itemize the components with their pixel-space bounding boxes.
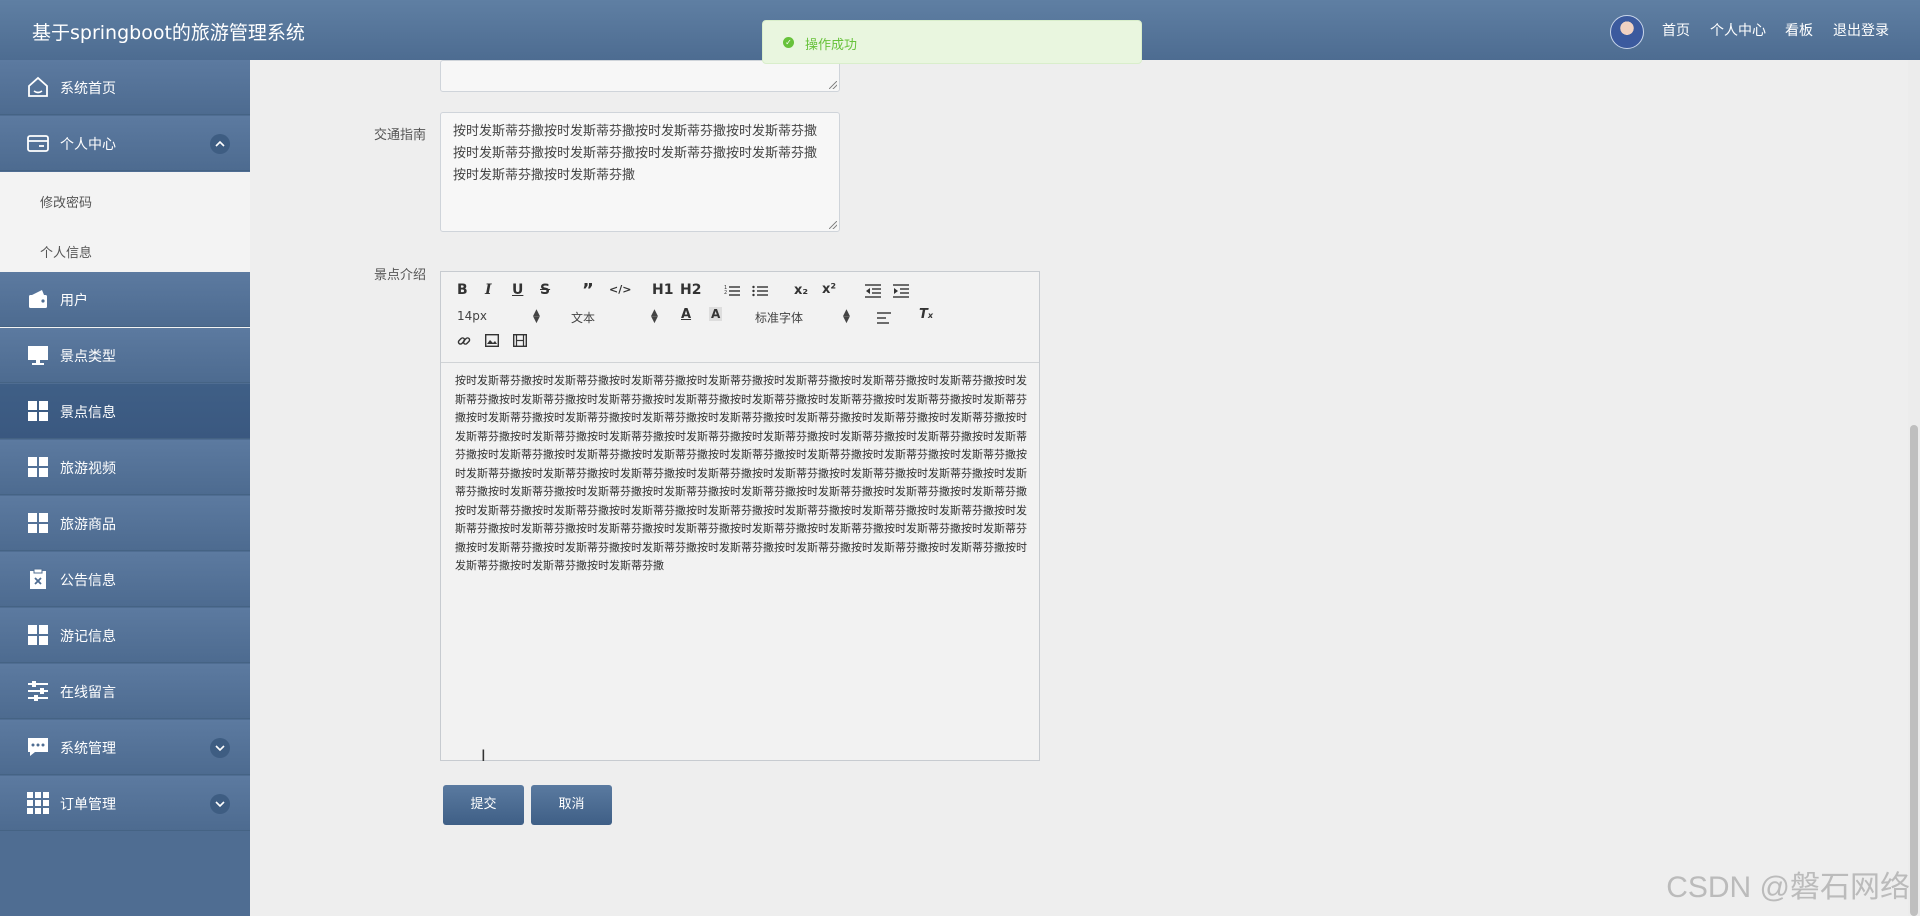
background-color-icon[interactable]: A <box>709 307 723 321</box>
sidebar-item-system-manage[interactable]: 系统管理 <box>0 720 250 775</box>
nav-home-link[interactable]: 首页 <box>1662 20 1690 40</box>
blockquote-icon[interactable]: ” <box>582 280 594 301</box>
page-scrollbar[interactable] <box>1908 60 1920 916</box>
toast-message: 操作成功 <box>805 38 858 53</box>
ordered-list-icon[interactable]: 12 <box>724 284 740 298</box>
sidebar-item-travel-goods[interactable]: 旅游商品 <box>0 496 250 551</box>
sidebar-item-scenic-info[interactable]: 景点信息 <box>0 384 250 439</box>
font-family-select[interactable]: 标准字体 ▲ ▼ <box>755 309 851 326</box>
underline-icon[interactable]: U <box>512 282 523 298</box>
rich-text-editor: B I U S ” </> H1 H2 12 x₂ x² 14px ▲ ▼ 文本 … <box>440 271 1040 761</box>
success-toast: ✓ 操作成功 <box>762 20 1142 64</box>
sidebar-item-label: 游记信息 <box>60 629 116 645</box>
sidebar: 系统首页 个人中心 修改密码 个人信息 用户 景点类型 景点信息 旅游视频 旅游… <box>0 60 250 916</box>
chevron-down-icon[interactable] <box>210 794 230 814</box>
home-icon <box>28 76 48 97</box>
nav-dashboard-link[interactable]: 看板 <box>1785 20 1813 40</box>
submit-button[interactable]: 提交 <box>443 785 524 825</box>
wallet-card-icon <box>27 135 49 152</box>
sidebar-item-label: 个人中心 <box>60 137 116 153</box>
link-icon[interactable] <box>457 334 471 348</box>
grid-icon <box>28 625 48 645</box>
grid-icon <box>28 457 48 477</box>
clipboard-x-icon <box>30 568 46 589</box>
submenu-change-password[interactable]: 修改密码 <box>40 192 92 211</box>
sidebar-item-label: 用户 <box>60 293 88 309</box>
block-type-value: 文本 <box>571 311 596 325</box>
monitor-icon <box>28 346 48 365</box>
sidebar-item-label: 旅游商品 <box>60 517 116 533</box>
bold-icon[interactable]: B <box>457 282 468 298</box>
editor-content[interactable]: 按时发斯蒂芬撒按时发斯蒂芬撒按时发斯蒂芬撒按时发斯蒂芬撒按时发斯蒂芬撒按时发斯蒂… <box>455 372 1029 576</box>
font-size-select[interactable]: 14px ▲ ▼ <box>457 308 541 325</box>
select-arrows-icon: ▲ ▼ <box>843 308 850 325</box>
indent-icon[interactable] <box>893 284 909 298</box>
submenu-personal-info[interactable]: 个人信息 <box>40 242 92 261</box>
heading-1-icon[interactable]: H1 <box>652 282 673 298</box>
editor-toolbar: B I U S ” </> H1 H2 12 x₂ x² 14px ▲ ▼ 文本 … <box>441 272 1039 363</box>
block-type-select[interactable]: 文本 ▲ ▼ <box>571 308 658 326</box>
traffic-guide-textarea[interactable]: 按时发斯蒂芬撒按时发斯蒂芬撒按时发斯蒂芬撒按时发斯蒂芬撒按时发斯蒂芬撒按时发斯蒂… <box>440 112 840 232</box>
sidebar-item-users[interactable]: 用户 <box>0 272 250 327</box>
cancel-button[interactable]: 取消 <box>531 785 612 825</box>
select-arrows-icon: ▲ ▼ <box>651 308 658 325</box>
code-block-icon[interactable]: </> <box>609 283 631 296</box>
chevron-down-icon[interactable] <box>210 738 230 758</box>
sidebar-item-personal-center[interactable]: 个人中心 <box>0 116 250 171</box>
sidebar-item-label: 旅游视频 <box>60 461 116 477</box>
resize-handle-icon[interactable] <box>829 221 837 229</box>
bullet-list-icon[interactable] <box>752 284 768 298</box>
sidebar-item-travel-video[interactable]: 旅游视频 <box>0 440 250 495</box>
font-family-value: 标准字体 <box>755 311 804 325</box>
select-arrows-icon: ▲ ▼ <box>533 308 540 325</box>
resize-handle-icon[interactable] <box>829 81 837 89</box>
chevron-up-icon[interactable] <box>210 134 230 154</box>
scenic-intro-label: 景点介绍 <box>374 268 427 283</box>
sidebar-item-label: 公告信息 <box>60 573 116 589</box>
sidebar-item-label: 在线留言 <box>60 685 116 701</box>
font-size-value: 14px <box>457 309 487 323</box>
grid-icon <box>28 513 48 533</box>
superscript-icon[interactable]: x² <box>822 282 836 297</box>
grid-icon <box>28 401 48 421</box>
strikethrough-icon[interactable]: S <box>540 282 550 298</box>
svg-text:2: 2 <box>724 290 727 296</box>
sidebar-item-label: 系统管理 <box>60 741 116 757</box>
nav-logout-link[interactable]: 退出登录 <box>1833 20 1889 40</box>
traffic-guide-text: 按时发斯蒂芬撒按时发斯蒂芬撒按时发斯蒂芬撒按时发斯蒂芬撒按时发斯蒂芬撒按时发斯蒂… <box>453 124 818 183</box>
sidebar-item-order-manage[interactable]: 订单管理 <box>0 776 250 831</box>
image-icon[interactable] <box>485 334 499 347</box>
sidebar-item-label: 系统首页 <box>60 81 116 97</box>
sidebar-item-label: 订单管理 <box>60 797 116 813</box>
heading-2-icon[interactable]: H2 <box>680 282 701 298</box>
video-icon[interactable] <box>513 334 527 347</box>
sidebar-item-home[interactable]: 系统首页 <box>0 60 250 115</box>
sliders-icon <box>28 681 48 701</box>
sidebar-item-online-message[interactable]: 在线留言 <box>0 664 250 719</box>
watermark: CSDN @磐石网络 <box>1666 871 1910 904</box>
sidebar-item-label: 景点类型 <box>60 349 116 365</box>
chat-icon <box>28 738 48 756</box>
subscript-icon[interactable]: x₂ <box>794 283 808 298</box>
align-icon[interactable] <box>877 312 891 324</box>
previous-textarea[interactable] <box>440 60 840 92</box>
app-title: 基于springboot的旅游管理系统 <box>32 22 305 44</box>
wallet-icon <box>29 290 47 308</box>
apps-grid-icon <box>27 792 49 814</box>
text-cursor-icon: I <box>481 746 486 765</box>
outdent-icon[interactable] <box>865 284 881 298</box>
italic-icon[interactable]: I <box>485 282 492 298</box>
sidebar-item-scenic-type[interactable]: 景点类型 <box>0 328 250 383</box>
clear-format-icon[interactable]: Tx <box>919 307 933 322</box>
traffic-guide-label: 交通指南 <box>374 128 427 143</box>
font-color-icon[interactable]: A <box>681 307 691 322</box>
success-check-icon: ✓ <box>783 37 794 48</box>
sidebar-item-travel-notes[interactable]: 游记信息 <box>0 608 250 663</box>
sidebar-item-label: 景点信息 <box>60 405 116 421</box>
nav-personal-center-link[interactable]: 个人中心 <box>1710 20 1766 40</box>
sidebar-item-notice[interactable]: 公告信息 <box>0 552 250 607</box>
scrollbar-thumb[interactable] <box>1910 425 1918 916</box>
user-avatar[interactable] <box>1610 15 1644 49</box>
